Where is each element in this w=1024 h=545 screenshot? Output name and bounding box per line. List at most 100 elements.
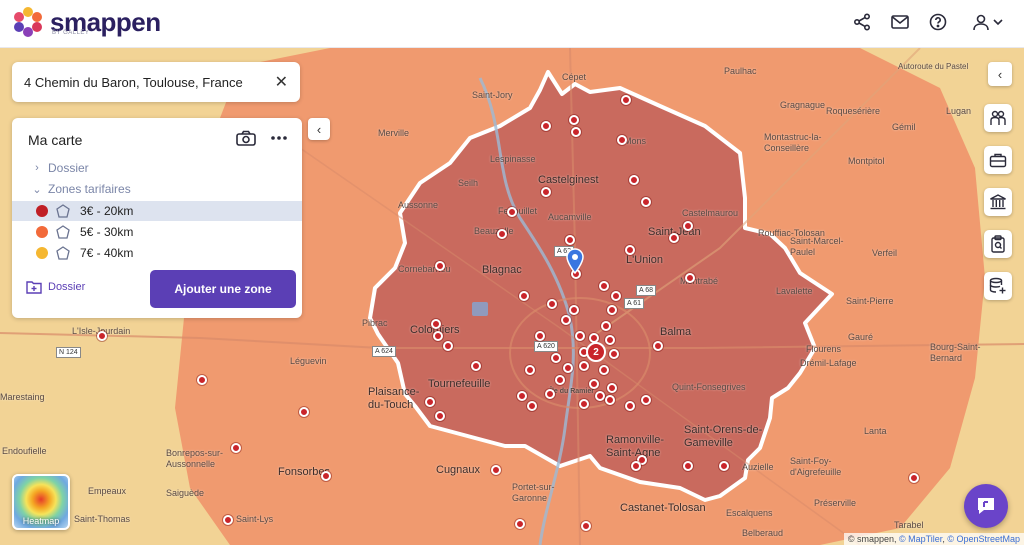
place-label: Empeaux bbox=[88, 486, 127, 496]
camera-icon[interactable] bbox=[236, 130, 256, 146]
poi-marker[interactable] bbox=[607, 383, 617, 393]
poi-marker[interactable] bbox=[629, 175, 639, 185]
heatmap-toggle[interactable]: Heatmap bbox=[12, 474, 70, 530]
poi-marker[interactable] bbox=[471, 361, 481, 371]
poi-marker[interactable] bbox=[641, 395, 651, 405]
poi-marker[interactable] bbox=[595, 391, 605, 401]
account-menu[interactable] bbox=[972, 13, 1004, 31]
poi-cluster[interactable]: 2 bbox=[586, 342, 606, 362]
poi-marker[interactable] bbox=[569, 305, 579, 315]
place-label: Saint-Jory bbox=[472, 90, 513, 100]
poi-marker[interactable] bbox=[589, 379, 599, 389]
poi-marker[interactable] bbox=[631, 461, 641, 471]
poi-marker[interactable] bbox=[541, 187, 551, 197]
support-chat-button[interactable] bbox=[964, 484, 1008, 528]
institution-tool-button[interactable] bbox=[984, 188, 1012, 216]
poi-marker[interactable] bbox=[625, 401, 635, 411]
search-address-value[interactable]: 4 Chemin du Baron, Toulouse, France bbox=[24, 75, 275, 90]
place-label: Balma bbox=[660, 326, 692, 338]
poi-marker[interactable] bbox=[565, 235, 575, 245]
poi-marker[interactable] bbox=[555, 375, 565, 385]
poi-marker[interactable] bbox=[547, 299, 557, 309]
poi-marker[interactable] bbox=[545, 389, 555, 399]
close-icon[interactable]: ✕ bbox=[275, 72, 288, 92]
poi-marker[interactable] bbox=[719, 461, 729, 471]
poi-marker[interactable] bbox=[231, 443, 241, 453]
poi-marker[interactable] bbox=[653, 341, 663, 351]
poi-marker[interactable] bbox=[541, 121, 551, 131]
mail-icon[interactable] bbox=[888, 10, 912, 34]
zone-item[interactable]: 3€ - 20km bbox=[12, 201, 302, 221]
report-tool-button[interactable] bbox=[984, 230, 1012, 258]
place-label: Merville bbox=[378, 128, 410, 138]
collapse-right-panel-button[interactable]: ‹ bbox=[988, 62, 1012, 86]
maptiler-link[interactable]: © MapTiler bbox=[899, 534, 942, 544]
poi-marker[interactable] bbox=[527, 401, 537, 411]
zone-item[interactable]: 5€ - 30km bbox=[12, 222, 302, 242]
poi-marker[interactable] bbox=[561, 315, 571, 325]
poi-marker[interactable] bbox=[683, 461, 693, 471]
poi-marker[interactable] bbox=[299, 407, 309, 417]
osm-link[interactable]: © OpenStreetMap bbox=[947, 534, 1020, 544]
poi-marker[interactable] bbox=[683, 221, 693, 231]
poi-marker[interactable] bbox=[197, 375, 207, 385]
poi-marker[interactable] bbox=[611, 291, 621, 301]
bank-icon bbox=[990, 194, 1006, 210]
poi-marker[interactable] bbox=[97, 331, 107, 341]
poi-marker[interactable] bbox=[685, 273, 695, 283]
help-icon[interactable] bbox=[926, 10, 950, 34]
add-zone-button[interactable]: Ajouter une zone bbox=[150, 270, 296, 308]
population-tool-button[interactable] bbox=[984, 104, 1012, 132]
place-label: Saint-Foy-d'Aigrefeuille bbox=[790, 456, 842, 477]
poi-marker[interactable] bbox=[517, 391, 527, 401]
poi-marker[interactable] bbox=[519, 291, 529, 301]
add-folder-button[interactable]: Dossier bbox=[26, 280, 85, 294]
poi-marker[interactable] bbox=[625, 245, 635, 255]
poi-marker[interactable] bbox=[435, 411, 445, 421]
zone-item[interactable]: 7€ - 40km bbox=[12, 243, 302, 263]
poi-marker[interactable] bbox=[599, 365, 609, 375]
poi-marker[interactable] bbox=[579, 361, 589, 371]
poi-marker[interactable] bbox=[669, 233, 679, 243]
poi-marker[interactable] bbox=[321, 471, 331, 481]
poi-marker[interactable] bbox=[581, 521, 591, 531]
poi-marker[interactable] bbox=[575, 331, 585, 341]
poi-marker[interactable] bbox=[605, 395, 615, 405]
poi-marker[interactable] bbox=[601, 321, 611, 331]
poi-marker[interactable] bbox=[507, 207, 517, 217]
poi-marker[interactable] bbox=[909, 473, 919, 483]
poi-marker[interactable] bbox=[617, 135, 627, 145]
share-icon[interactable] bbox=[850, 10, 874, 34]
poi-marker[interactable] bbox=[641, 197, 651, 207]
poi-marker[interactable] bbox=[497, 229, 507, 239]
place-label: Préserville bbox=[814, 498, 857, 508]
poi-marker[interactable] bbox=[563, 363, 573, 373]
address-search[interactable]: 4 Chemin du Baron, Toulouse, France ✕ bbox=[12, 62, 300, 102]
collapse-panel-button[interactable]: ‹ bbox=[308, 118, 330, 140]
poi-marker[interactable] bbox=[551, 353, 561, 363]
tree-item-dossier[interactable]: › Dossier bbox=[12, 158, 302, 178]
poi-marker[interactable] bbox=[609, 349, 619, 359]
poi-marker[interactable] bbox=[443, 341, 453, 351]
poi-marker[interactable] bbox=[491, 465, 501, 475]
poi-marker[interactable] bbox=[223, 515, 233, 525]
tree-item-zones-tarifaires[interactable]: ⌄ Zones tarifaires bbox=[12, 179, 302, 199]
poi-marker[interactable] bbox=[525, 365, 535, 375]
poi-marker[interactable] bbox=[599, 281, 609, 291]
poi-marker[interactable] bbox=[605, 335, 615, 345]
poi-marker[interactable] bbox=[571, 127, 581, 137]
poi-marker[interactable] bbox=[515, 519, 525, 529]
poi-marker[interactable] bbox=[621, 95, 631, 105]
poi-marker[interactable] bbox=[607, 305, 617, 315]
poi-marker[interactable] bbox=[435, 261, 445, 271]
poi-marker[interactable] bbox=[433, 331, 443, 341]
poi-marker[interactable] bbox=[579, 399, 589, 409]
poi-marker[interactable] bbox=[535, 331, 545, 341]
poi-marker[interactable] bbox=[431, 319, 441, 329]
poi-marker[interactable] bbox=[569, 115, 579, 125]
data-tool-button[interactable] bbox=[984, 272, 1012, 300]
poi-marker[interactable] bbox=[425, 397, 435, 407]
business-tool-button[interactable] bbox=[984, 146, 1012, 174]
more-options-icon[interactable] bbox=[270, 135, 288, 141]
place-label: Pibrac bbox=[362, 318, 388, 328]
